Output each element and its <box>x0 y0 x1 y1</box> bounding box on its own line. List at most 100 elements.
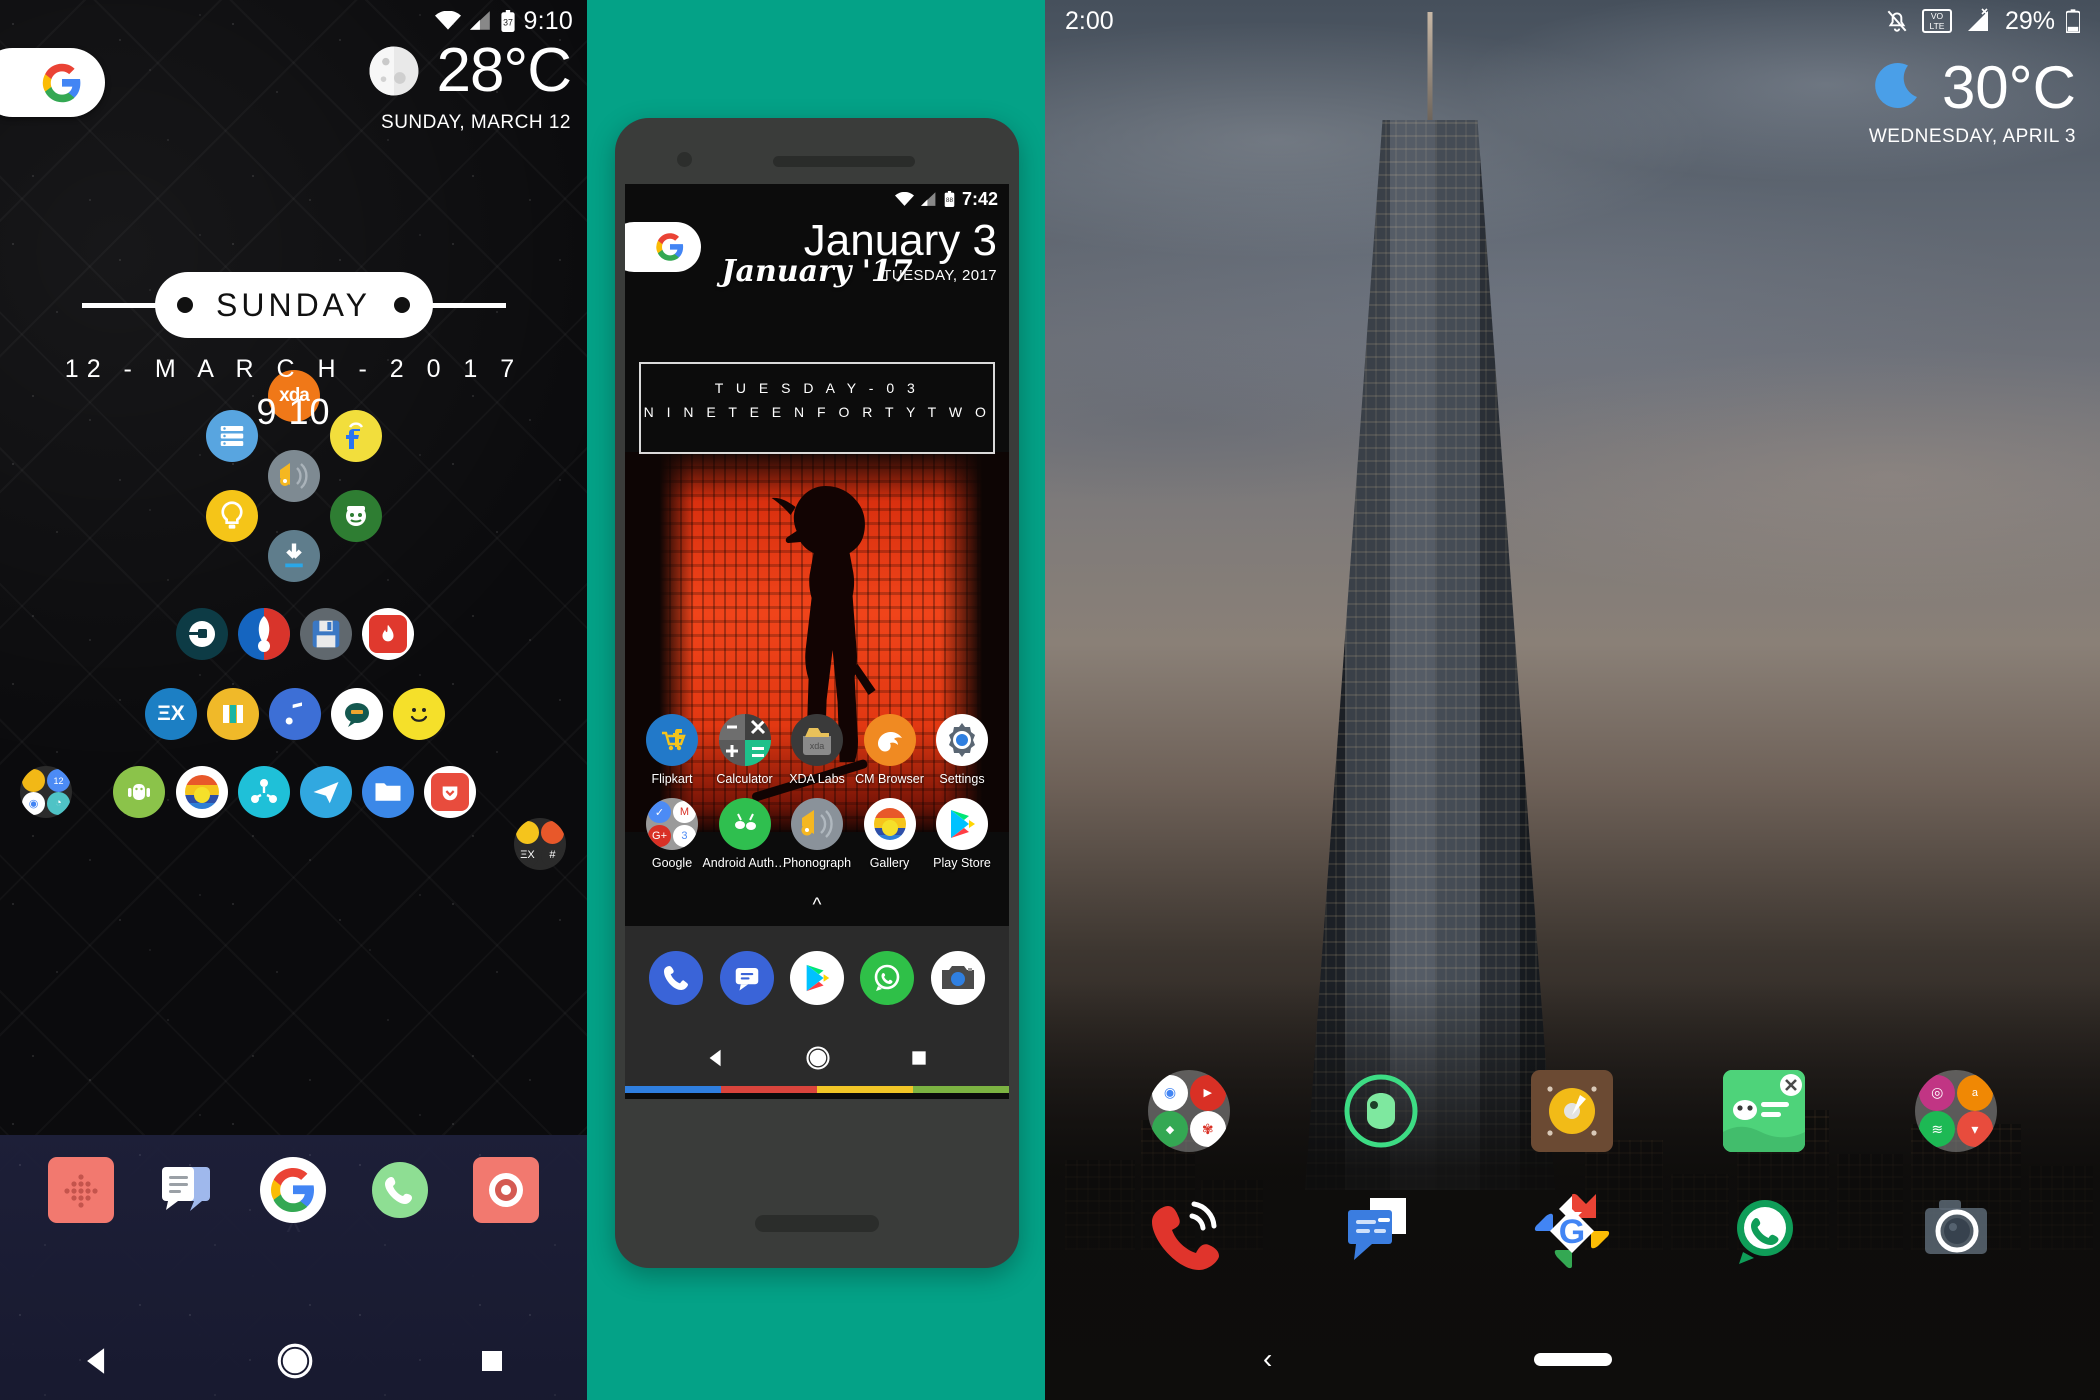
app-icon-kakaotalk[interactable] <box>331 688 383 740</box>
app-icon-uber[interactable] <box>176 608 228 660</box>
folder-chip-gallery-icon <box>516 821 539 844</box>
folder-chip-calendar-icon: 12 <box>47 769 70 792</box>
dock-icon-whatsapp[interactable] <box>1723 1190 1805 1272</box>
app-icon-shareit[interactable] <box>238 766 290 818</box>
dock-icon-camera[interactable] <box>930 951 985 1005</box>
app-play-store[interactable]: Play Store <box>931 798 993 870</box>
app-drawer-chevron-panel2[interactable]: ^ <box>625 896 1009 915</box>
dock-icon-camera[interactable] <box>472 1157 539 1223</box>
dock-icon-google[interactable] <box>260 1157 327 1223</box>
app-folder-hash[interactable]: ΞX # <box>514 818 566 870</box>
plate-left-line <box>81 302 157 308</box>
plate-right-line <box>430 302 506 308</box>
weather-widget-panel1[interactable]: 28°C SUNDAY, MARCH 12 <box>366 40 572 134</box>
folder-icon <box>375 783 401 801</box>
date-time-widget-panel1[interactable]: 12 - M A R C H - 2 0 1 7 9 10 <box>0 355 587 433</box>
app-label: Play Store <box>933 856 991 870</box>
pocket-chip <box>431 773 469 811</box>
battery-bars-icon <box>223 705 243 723</box>
plate-hole-left <box>176 297 193 313</box>
recents-icon[interactable] <box>477 1346 507 1376</box>
folder-chip-ex-icon: ΞX <box>516 844 539 867</box>
app-icon-reddit[interactable] <box>330 490 382 542</box>
folder-chip-photos-icon: ✾ <box>1189 1111 1226 1148</box>
cyanogen-icon[interactable] <box>1340 1070 1422 1152</box>
home-icon[interactable] <box>274 1340 316 1382</box>
google-folder-icon[interactable]: ◉ ▶ ◆ ✾ <box>1147 1070 1230 1152</box>
navigation-bar-panel1 <box>0 1322 587 1400</box>
app-icon-android[interactable] <box>113 766 165 818</box>
app-icon-rocket[interactable] <box>238 608 290 660</box>
date-frame-widget[interactable]: T U E S D A Y - 0 3 N I N E T E E N F O … <box>639 362 995 454</box>
day-plate-widget[interactable]: SUNDAY <box>0 272 587 338</box>
dock-icon-messages[interactable] <box>1340 1190 1422 1272</box>
app-gallery[interactable]: Gallery <box>859 798 921 870</box>
app-google-folder[interactable]: ✓ M G+ 3 Google <box>641 798 703 870</box>
dock-icon-dialer-dots[interactable] <box>48 1157 115 1223</box>
recents-icon[interactable] <box>909 1048 929 1068</box>
app-icon-smiley[interactable] <box>393 688 445 740</box>
app-flipkart[interactable]: Flipkart <box>641 714 703 786</box>
app-icon-gallery[interactable] <box>176 766 228 818</box>
app-icon-telegram[interactable] <box>300 766 352 818</box>
social-folder-icon[interactable]: ◎ a ≋ ▾ <box>1915 1070 1998 1152</box>
app-cm-browser[interactable]: CM Browser <box>855 714 924 786</box>
lightbulb-icon <box>221 501 243 529</box>
app-icon-download[interactable] <box>268 530 320 582</box>
app-icon-music[interactable] <box>269 688 321 740</box>
flame-icon <box>382 624 394 642</box>
app-xda-labs[interactable]: xda XDA Labs <box>786 714 848 786</box>
app-label: Calculator <box>716 772 773 786</box>
dock-icon-play-store[interactable] <box>789 951 844 1005</box>
bell-off-icon <box>1887 10 1907 32</box>
phone-icon <box>664 966 689 990</box>
whatsapp-icon <box>1737 1200 1794 1264</box>
date-label: 12 - M A R C H - 2 0 1 7 <box>64 355 523 383</box>
folder-chip-youtube-icon: ▶ <box>1189 1074 1226 1111</box>
android-messages-icon[interactable] <box>1723 1070 1806 1152</box>
floppy-disk-icon <box>312 620 340 648</box>
app-settings[interactable]: Settings <box>931 714 993 786</box>
messages-icon <box>162 1167 211 1211</box>
app-phonograph[interactable]: Phonograph <box>783 798 851 870</box>
navigation-bar-panel2 <box>625 1030 1009 1086</box>
app-icon-battery-widget[interactable] <box>207 688 259 740</box>
dock-icon-phone[interactable] <box>1148 1190 1230 1272</box>
dock-icon-whatsapp[interactable] <box>860 951 915 1005</box>
dock-icon-messages[interactable] <box>154 1157 220 1223</box>
app-icon-ex-kernel[interactable]: ΞX <box>145 688 197 740</box>
folder-chip-instagram-icon: ◎ <box>1919 1074 1956 1111</box>
dock-icon-phone[interactable] <box>367 1157 433 1223</box>
dock-icon-camera[interactable] <box>1915 1190 1997 1272</box>
moon-icon <box>1875 62 1917 108</box>
back-icon[interactable]: ‹ <box>1263 1343 1272 1375</box>
dock-icon-messages[interactable] <box>719 951 774 1005</box>
google-search-widget[interactable] <box>0 48 105 117</box>
gold-disc-icon[interactable] <box>1531 1070 1614 1152</box>
pocket-icon <box>442 786 458 801</box>
dock-icon-google-photos[interactable]: G <box>1531 1190 1613 1272</box>
app-android-authority[interactable]: Android Auth… <box>702 798 787 870</box>
dock-icon-phone[interactable] <box>649 951 704 1005</box>
weather-widget-panel3[interactable]: 30°C WEDNESDAY, APRIL 3 <box>1869 58 2076 148</box>
app-grid-panel2: Flipkart Calculator xda XDA Labs CM Brow… <box>625 714 1009 882</box>
app-icon-keep[interactable] <box>206 490 258 542</box>
back-icon[interactable] <box>80 1344 114 1378</box>
app-icon-files[interactable] <box>362 766 414 818</box>
app-folder-google[interactable]: 12 ◉ ◔ <box>20 766 72 818</box>
app-icon-poweramp[interactable] <box>268 450 320 502</box>
cm-browser-icon <box>863 714 916 766</box>
speaker-icon <box>280 463 308 489</box>
app-icon-flame[interactable] <box>362 608 414 660</box>
home-pill[interactable] <box>1533 1352 1612 1366</box>
frame-line1: T U E S D A Y - 0 3 <box>714 380 920 396</box>
back-icon[interactable] <box>705 1047 727 1069</box>
app-icon-save[interactable] <box>300 608 352 660</box>
accent-green <box>913 1086 1009 1093</box>
home-icon[interactable] <box>804 1044 832 1072</box>
app-icon-pocket[interactable] <box>424 766 476 818</box>
app-calculator[interactable]: Calculator <box>714 714 776 786</box>
frame-line2: N I N E T E E N F O R T Y T W O <box>643 404 991 420</box>
rocket-icon <box>258 608 290 660</box>
smiley-icon <box>410 708 428 722</box>
